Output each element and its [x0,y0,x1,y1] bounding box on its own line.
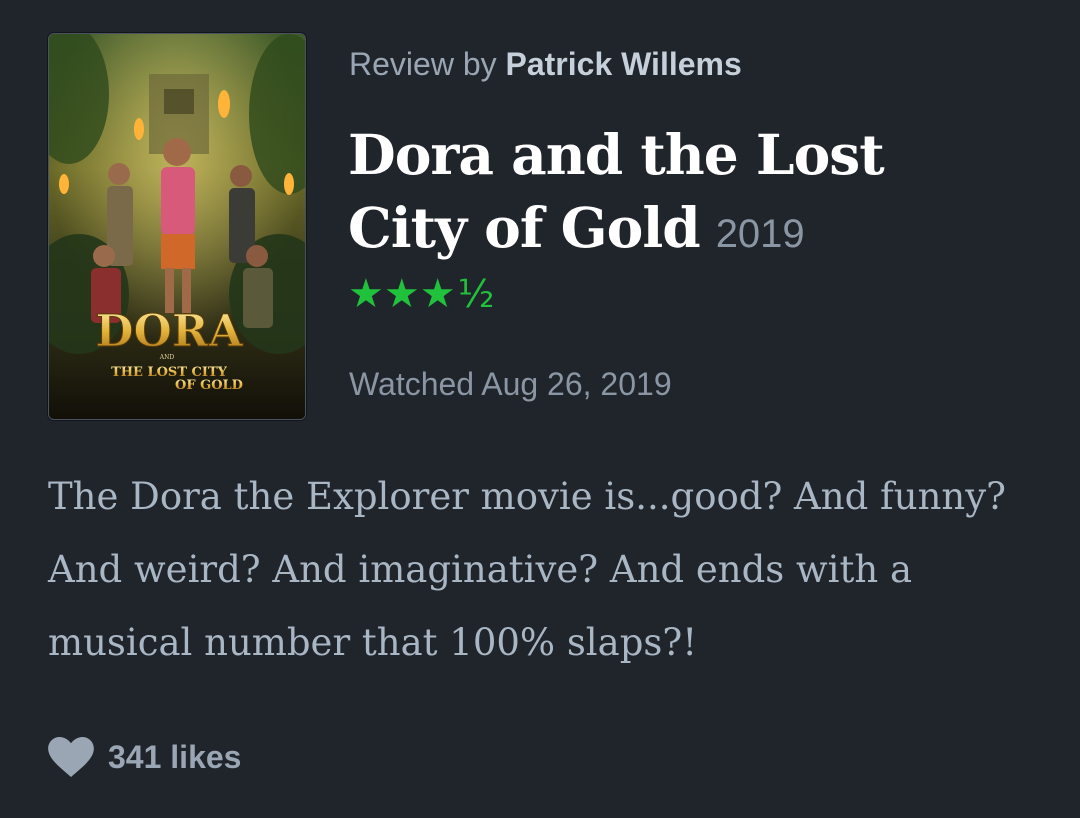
review-byline: Review by Patrick Willems [349,46,742,83]
heart-icon[interactable] [48,737,94,777]
film-year[interactable]: 2019 [716,212,805,256]
film-poster[interactable]: DORA AND THE LOST CITY OF GOLD [48,33,306,420]
review-text: The Dora the Explorer movie is...good? A… [48,475,1006,664]
star-rating: ★★★½ [348,271,494,317]
likes-row[interactable]: 341 likes [48,733,241,781]
rating-stars: ★★★ [348,271,456,317]
film-title-block: Dora and the Lost City of Gold 2019 [348,118,988,271]
poster-artwork: DORA AND THE LOST CITY OF GOLD [49,34,305,419]
watched-date: Watched Aug 26, 2019 [349,366,672,402]
author-name[interactable]: Patrick Willems [506,46,742,82]
poster-logo-and: AND [159,354,175,361]
likes-count: 341 likes [108,738,242,775]
poster-logo-title: DORA [95,306,243,357]
rating-half-star: ½ [457,272,495,316]
poster-logo-gold: OF GOLD [175,378,243,393]
byline-prefix: Review by [349,46,497,82]
